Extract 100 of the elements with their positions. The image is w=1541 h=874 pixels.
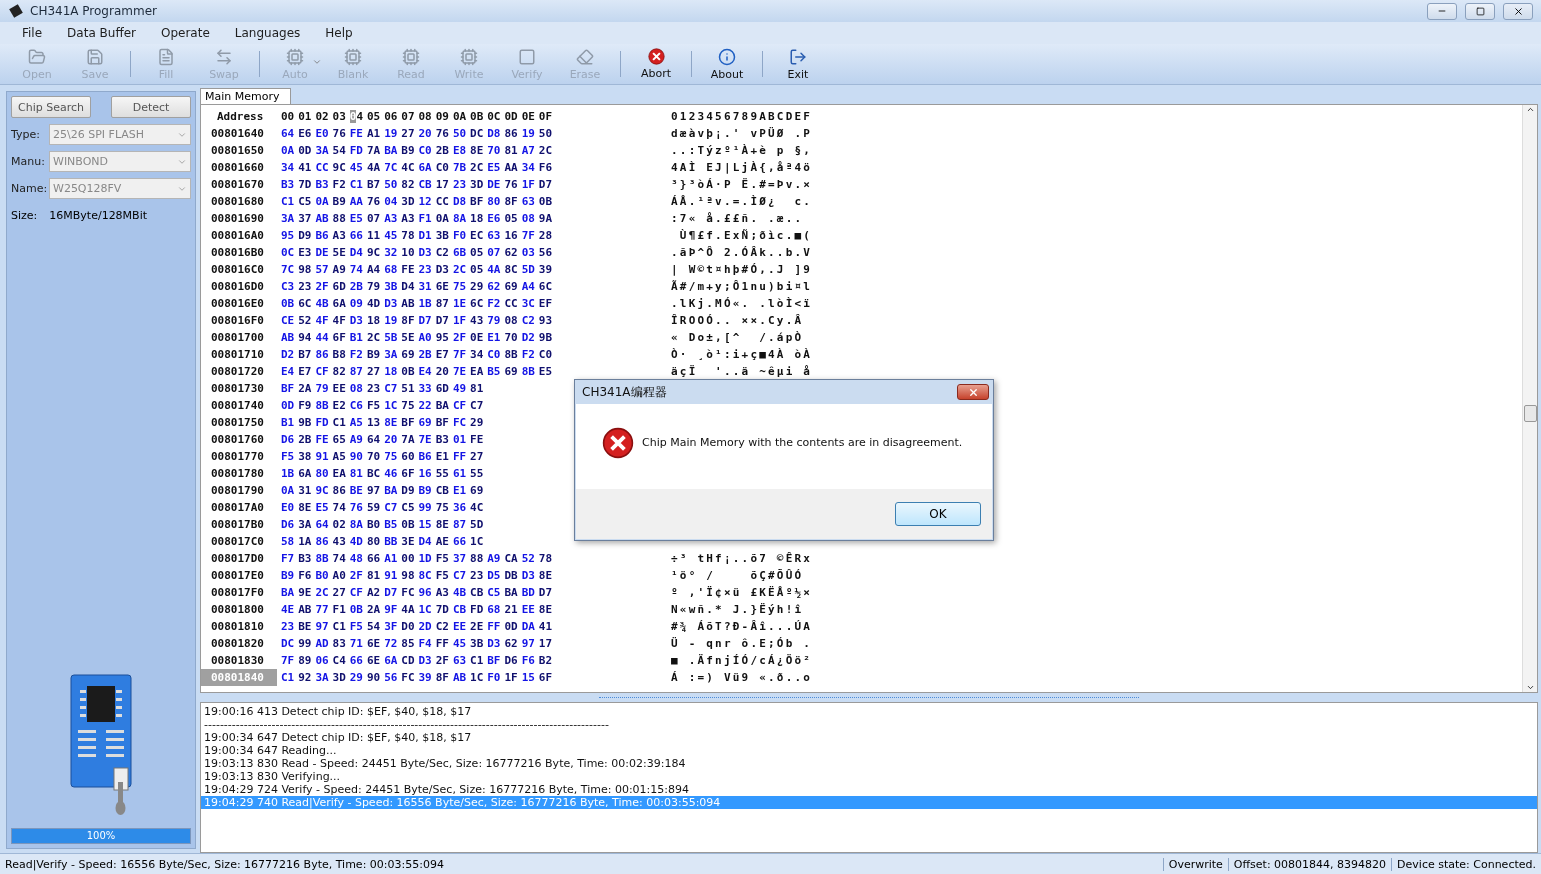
hex-byte: 21 xyxy=(504,603,519,616)
hex-byte: 4A xyxy=(487,263,502,276)
hex-byte: 0E xyxy=(470,331,485,344)
address-cell[interactable]: 008017A0 xyxy=(201,499,277,516)
hex-byte: BA xyxy=(435,399,450,412)
address-cell[interactable]: 00801710 xyxy=(201,346,277,363)
hex-byte: 1B xyxy=(281,467,296,480)
scroll-thumb[interactable] xyxy=(1524,405,1537,422)
address-cell[interactable]: 008017E0 xyxy=(201,567,277,584)
ascii-text: dæàvþ¡.' vPÜØ .P xyxy=(671,127,813,140)
address-cell[interactable]: 00801750 xyxy=(201,414,277,431)
hex-byte: 66 xyxy=(452,535,468,548)
menu-item[interactable]: Help xyxy=(315,26,368,40)
ascii-text: « Do±,[^ /.ápÒ xyxy=(671,331,804,344)
ok-button[interactable]: OK xyxy=(895,502,981,526)
menu-item[interactable]: Operate xyxy=(151,26,225,40)
hex-byte: 23 xyxy=(298,280,313,293)
hex-byte: 85 xyxy=(401,637,416,650)
hex-byte: C2 xyxy=(521,314,536,327)
close-button[interactable] xyxy=(1503,2,1533,20)
address-cell[interactable]: 00801800 xyxy=(201,601,277,618)
address-cell[interactable]: 00801760 xyxy=(201,431,277,448)
toolbar-button[interactable]: Abort xyxy=(627,45,685,83)
hex-byte: 87 xyxy=(435,297,450,310)
hex-byte: CB xyxy=(418,178,433,191)
hex-byte: 36 xyxy=(452,501,468,514)
hex-byte: 20 xyxy=(384,433,399,446)
address-cell[interactable]: 00801820 xyxy=(201,635,277,652)
hex-byte: D6 xyxy=(504,654,519,667)
toolbar-button[interactable]: About xyxy=(698,45,756,83)
hex-byte: 23 xyxy=(418,263,433,276)
address-cell[interactable]: 00801830 xyxy=(201,652,277,669)
hex-byte: A3 xyxy=(384,212,399,225)
hex-byte: 87 xyxy=(349,365,364,378)
scrollbar[interactable] xyxy=(1522,105,1537,692)
hex-byte: 3C xyxy=(521,297,536,310)
ascii-text: 4AÌ EJ|LjÀ{,åª4ö xyxy=(671,161,813,174)
hex-byte: B3 xyxy=(315,178,330,191)
address-cell[interactable]: 00801810 xyxy=(201,618,277,635)
address-cell[interactable]: 00801790 xyxy=(201,482,277,499)
hex-byte: 1C xyxy=(384,399,399,412)
hex-byte: 18 xyxy=(470,212,485,225)
address-cell[interactable]: 00801740 xyxy=(201,397,277,414)
close-button[interactable] xyxy=(957,384,989,400)
hex-byte: 43 xyxy=(470,314,485,327)
hex-byte: 2C xyxy=(315,586,330,599)
address-cell[interactable]: 008016A0 xyxy=(201,227,277,244)
address-cell[interactable]: 008017C0 xyxy=(201,533,277,550)
hex-byte: 08 xyxy=(349,382,364,395)
square-icon xyxy=(518,47,536,66)
hex-byte: D4 xyxy=(401,280,416,293)
menu-item[interactable]: Languages xyxy=(224,26,316,40)
hex-byte: 95 xyxy=(435,331,450,344)
address-cell[interactable]: 008016B0 xyxy=(201,244,277,261)
address-cell[interactable]: 00801720 xyxy=(201,363,277,380)
hex-byte: FE xyxy=(349,127,364,140)
hex-byte: 54 xyxy=(366,620,382,633)
address-cell[interactable]: 00801640 xyxy=(201,125,277,142)
address-cell[interactable]: 00801730 xyxy=(201,380,277,397)
hex-byte: 63 xyxy=(452,654,468,667)
address-cell[interactable]: 008017F0 xyxy=(201,584,277,601)
address-cell[interactable]: 008016F0 xyxy=(201,312,277,329)
address-cell[interactable]: 008016C0 xyxy=(201,261,277,278)
tab[interactable]: Main Memory xyxy=(200,88,291,104)
hex-byte: AB xyxy=(315,212,330,225)
panel-button[interactable]: Detect xyxy=(111,96,191,118)
address-cell[interactable]: 008017D0 xyxy=(201,550,277,567)
address-cell[interactable]: 00801670 xyxy=(201,176,277,193)
hex-byte: B3 xyxy=(435,433,450,446)
restore-button[interactable] xyxy=(1465,2,1495,20)
menu-item[interactable]: File xyxy=(12,26,58,40)
hex-byte: 55 xyxy=(470,467,485,480)
menu-item[interactable]: Data Buffer xyxy=(57,26,151,40)
address-cell[interactable]: 008016E0 xyxy=(201,295,277,312)
address-cell[interactable]: 00801780 xyxy=(201,465,277,482)
column-header: 0E xyxy=(521,110,536,123)
column-header: 0F xyxy=(538,110,554,123)
address-cell[interactable]: 008017B0 xyxy=(201,516,277,533)
panel-button[interactable]: Chip Search xyxy=(11,96,91,118)
scroll-up-icon[interactable] xyxy=(1525,105,1535,114)
address-cell[interactable]: 00801680 xyxy=(201,193,277,210)
hex-byte: 34 xyxy=(470,348,485,361)
hex-byte: EA xyxy=(470,365,485,378)
chip-icon xyxy=(460,47,478,66)
address-cell[interactable]: 00801660 xyxy=(201,159,277,176)
hex-byte: D2 xyxy=(281,348,296,361)
hex-byte: 69 xyxy=(504,365,519,378)
minimize-button[interactable] xyxy=(1427,2,1457,20)
hex-byte: 13 xyxy=(366,416,382,429)
address-cell[interactable]: 008016D0 xyxy=(201,278,277,295)
hex-byte: CB xyxy=(435,484,450,497)
address-cell[interactable]: 00801690 xyxy=(201,210,277,227)
hex-byte: 46 xyxy=(384,467,399,480)
hex-byte: C2 xyxy=(435,246,450,259)
hex-byte: BA xyxy=(384,144,399,157)
field-label: Size: xyxy=(11,209,38,222)
address-cell[interactable]: 00801700 xyxy=(201,329,277,346)
address-cell[interactable]: 00801770 xyxy=(201,448,277,465)
toolbar-button[interactable]: Exit xyxy=(769,45,827,83)
address-cell[interactable]: 00801650 xyxy=(201,142,277,159)
